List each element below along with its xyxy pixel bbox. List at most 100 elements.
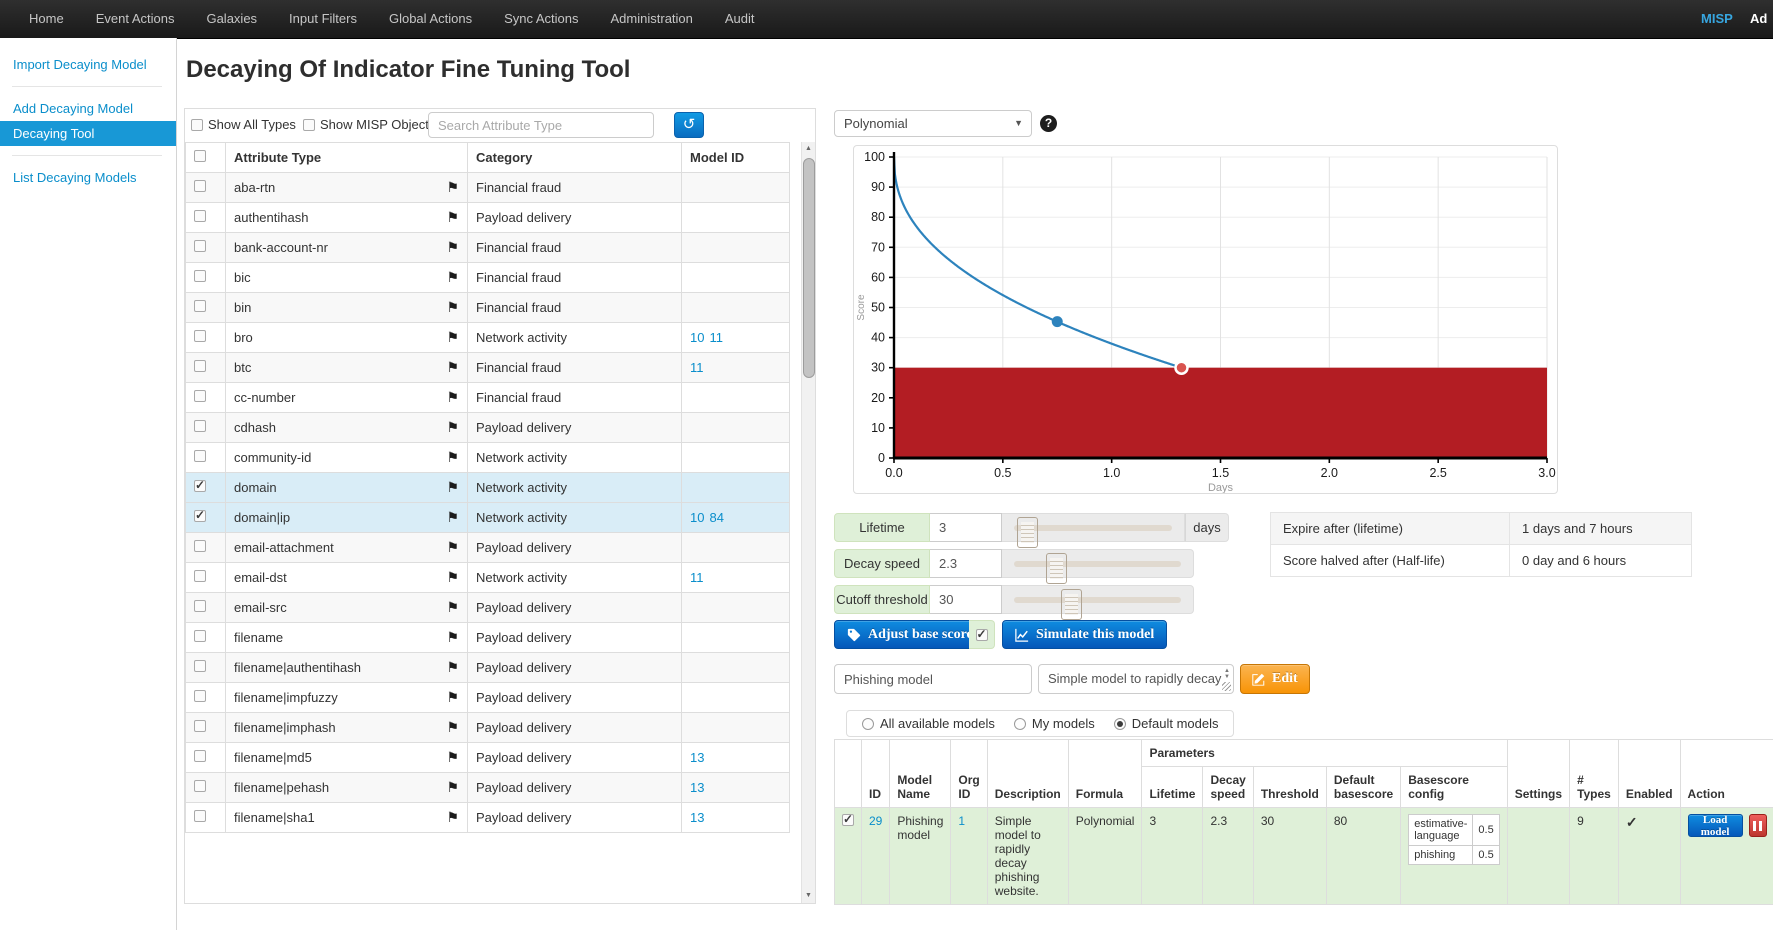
sidebar-item-add-decaying-model[interactable]: Add Decaying Model [0,96,176,121]
model-name-input[interactable] [834,664,1032,694]
attribute-checkbox[interactable] [194,420,206,432]
flag-icon[interactable]: ⚑ [446,240,459,254]
attribute-row[interactable]: btc⚑Financial fraud11 [186,353,790,383]
load-model-button[interactable]: Load model [1688,814,1743,837]
radio-icon[interactable] [862,718,874,730]
flag-icon[interactable]: ⚑ [446,390,459,404]
flag-icon[interactable]: ⚑ [446,450,459,464]
flag-icon[interactable]: ⚑ [446,600,459,614]
attribute-row[interactable]: filename|authentihash⚑Payload delivery [186,653,790,683]
decay-speed-slider-handle[interactable] [1046,553,1067,584]
nav-item-event-actions[interactable]: Event Actions [80,0,191,38]
sidebar-item-decaying-tool[interactable]: Decaying Tool [0,121,176,146]
flag-icon[interactable]: ⚑ [446,780,459,794]
flag-icon[interactable]: ⚑ [446,300,459,314]
model-id-link[interactable]: 29 [869,814,882,828]
misp-brand-link[interactable]: MISP [1701,0,1733,38]
attribute-row[interactable]: bin⚑Financial fraud [186,293,790,323]
lifetime-slider-track[interactable] [1014,525,1172,531]
model-id-link[interactable]: 10 [690,510,704,525]
attribute-checkbox[interactable] [194,390,206,402]
model-id-link[interactable]: 11 [690,360,704,375]
flag-icon[interactable]: ⚑ [446,210,459,224]
search-input[interactable] [428,112,654,138]
attribute-row[interactable]: bro⚑Network activity1011 [186,323,790,353]
flag-icon[interactable]: ⚑ [446,750,459,764]
show-all-types-checkbox[interactable] [191,119,203,131]
cutoff-threshold-slider-handle[interactable] [1061,589,1082,620]
simulate-model-button[interactable]: Simulate this model [1002,620,1167,649]
adjust-base-score-button[interactable]: Adjust base score [834,620,986,649]
flag-icon[interactable]: ⚑ [446,630,459,644]
filter-option-my-models[interactable]: My models [1014,716,1095,731]
nav-item-audit[interactable]: Audit [709,0,771,38]
nav-item-galaxies[interactable]: Galaxies [190,0,273,38]
formula-select[interactable]: Polynomial ▼ [834,110,1032,137]
flag-icon[interactable]: ⚑ [446,660,459,674]
help-icon[interactable]: ? [1040,115,1057,132]
attribute-checkbox[interactable] [194,270,206,282]
attribute-row[interactable]: email-dst⚑Network activity11 [186,563,790,593]
flag-icon[interactable]: ⚑ [446,420,459,434]
model-id-link[interactable]: 10 [690,330,704,345]
user-menu[interactable]: Ad [1750,0,1767,38]
attribute-checkbox[interactable] [194,690,206,702]
attribute-row[interactable]: bank-account-nr⚑Financial fraud [186,233,790,263]
attribute-checkbox[interactable] [194,660,206,672]
attribute-checkbox[interactable] [194,300,206,312]
model-row[interactable]: 29Phishing model1Simple model to rapidly… [835,808,1773,905]
attribute-checkbox[interactable] [194,750,206,762]
attribute-row[interactable]: filename⚑Payload delivery [186,623,790,653]
attribute-checkbox[interactable] [194,630,206,642]
flag-icon[interactable]: ⚑ [446,810,459,824]
model-description-textarea[interactable]: Simple model to rapidly decay ▲▼ [1038,664,1234,694]
decay-speed-slider-track[interactable] [1014,561,1181,567]
attribute-row[interactable]: filename|sha1⚑Payload delivery13 [186,803,790,833]
attribute-checkbox[interactable] [194,540,206,552]
attribute-checkbox[interactable] [194,510,206,522]
flag-icon[interactable]: ⚑ [446,540,459,554]
attribute-checkbox[interactable] [194,210,206,222]
radio-icon[interactable] [1014,718,1026,730]
attribute-row[interactable]: bic⚑Financial fraud [186,263,790,293]
cutoff-threshold-slider[interactable] [1002,585,1194,614]
show-misp-objects-option[interactable]: Show MISP Objects [303,117,435,132]
nav-item-input-filters[interactable]: Input Filters [273,0,373,38]
filter-option-default-models[interactable]: Default models [1114,716,1219,731]
attribute-row[interactable]: filename|impfuzzy⚑Payload delivery [186,683,790,713]
model-id-link[interactable]: 13 [690,810,704,825]
scrollbar-thumb[interactable] [803,158,815,378]
attribute-row[interactable]: community-id⚑Network activity [186,443,790,473]
filter-option-all-available-models[interactable]: All available models [862,716,995,731]
nav-item-home[interactable]: Home [13,0,80,38]
adjust-base-score-checkbox[interactable] [976,629,988,641]
flag-icon[interactable]: ⚑ [446,270,459,284]
attribute-checkbox[interactable] [194,180,206,192]
flag-icon[interactable]: ⚑ [446,360,459,374]
nav-item-administration[interactable]: Administration [595,0,709,38]
nav-item-sync-actions[interactable]: Sync Actions [488,0,594,38]
model-id-link[interactable]: 13 [690,750,704,765]
nav-item-global-actions[interactable]: Global Actions [373,0,488,38]
decay-speed-slider[interactable] [1002,549,1194,578]
model-id-link[interactable]: 11 [709,330,723,345]
attribute-row[interactable]: email-src⚑Payload delivery [186,593,790,623]
attribute-row[interactable]: domain⚑Network activity [186,473,790,503]
attribute-checkbox[interactable] [194,600,206,612]
attribute-checkbox[interactable] [194,450,206,462]
flag-icon[interactable]: ⚑ [446,480,459,494]
decay-speed-input[interactable]: 2.3 [930,549,1002,578]
attribute-checkbox[interactable] [194,780,206,792]
flag-icon[interactable]: ⚑ [446,510,459,524]
flag-icon[interactable]: ⚑ [446,180,459,194]
decay-chart[interactable]: 01020304050607080901000.00.51.01.52.02.5… [853,145,1558,494]
attribute-row[interactable]: cdhash⚑Payload delivery [186,413,790,443]
model-id-link[interactable]: 13 [690,780,704,795]
flag-icon[interactable]: ⚑ [446,570,459,584]
attribute-checkbox[interactable] [194,360,206,372]
attribute-row[interactable]: filename|pehash⚑Payload delivery13 [186,773,790,803]
lifetime-slider[interactable] [1002,513,1185,542]
sidebar-item-list-decaying-models[interactable]: List Decaying Models [0,165,176,190]
show-misp-objects-checkbox[interactable] [303,119,315,131]
spinner-arrows-icon[interactable]: ▲▼ [1224,668,1230,680]
